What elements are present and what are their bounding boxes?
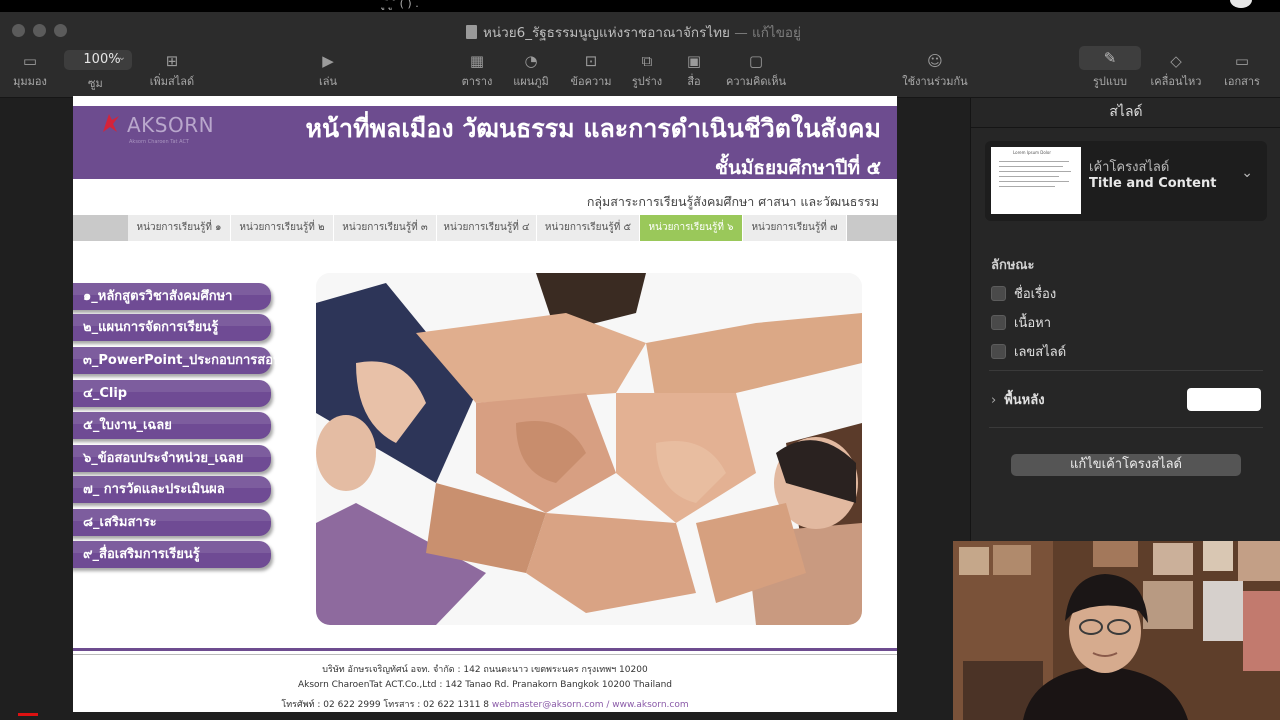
minimize-window-icon[interactable]: [33, 24, 46, 37]
text-box-icon: ⊡: [584, 52, 598, 70]
comment-button[interactable]: ▢ ความคิดเห็น: [720, 48, 792, 96]
table-button[interactable]: ▦ ตาราง: [454, 48, 500, 96]
comment-icon: ▢: [748, 52, 764, 70]
unit-tab-active[interactable]: หน่วยการเรียนรู้ที่ ๖: [640, 215, 743, 241]
chevron-right-icon[interactable]: ›: [991, 393, 996, 408]
menu-item-lesson-plan[interactable]: ๒_แผนการจัดการเรียนรู้: [73, 314, 271, 341]
system-bar-fragment: ู ิ ู ั ( ) .: [385, 0, 419, 10]
window-titlebar: หน่วย6_รัฐธรรมนูญแห่งราชอาณาจักรไทย — แก…: [0, 12, 1280, 50]
footer-rule: [73, 648, 897, 651]
chevron-down-icon: ⌄: [117, 52, 126, 63]
unit-tab[interactable]: หน่วยการเรียนรู้ที่ ๔: [437, 215, 537, 241]
divider: [989, 370, 1263, 371]
slide-layout-selector[interactable]: Lorem Ipsum Dolor เค้าโครงสไลด์ Title an…: [985, 141, 1267, 221]
menu-item-supplementary-media[interactable]: ๙_สื่อเสริมการเรียนรู้: [73, 541, 271, 568]
appearance-heading: ลักษณะ: [991, 258, 1035, 273]
background-color-well[interactable]: [1187, 388, 1261, 411]
menu-item-curriculum[interactable]: ๑_หลักสูตรวิชาสังคมศึกษา: [73, 283, 271, 310]
collaborate-button[interactable]: ☺ ใช้งานร่วมกัน: [896, 48, 974, 96]
media-button[interactable]: ▣ สื่อ: [676, 48, 712, 96]
slide-department: กลุ่มสาระการเรียนรู้สังคมศึกษา ศาสนา และ…: [586, 194, 879, 209]
checkbox-icon[interactable]: [991, 344, 1006, 359]
chart-icon: ◔: [524, 52, 538, 70]
checkbox-icon[interactable]: [991, 315, 1006, 330]
play-icon: ▶: [322, 52, 334, 70]
unit-tabs: หน่วยการเรียนรู้ที่ ๑ หน่วยการเรียนรู้ที…: [73, 215, 897, 241]
collaborate-icon: ☺: [927, 52, 943, 70]
unit-tab[interactable]: หน่วยการเรียนรู้ที่ ๓: [334, 215, 437, 241]
menu-item-enrichment[interactable]: ๘_เสริมสาระ: [73, 509, 271, 536]
inspector-tab-slide[interactable]: สไลด์: [971, 98, 1280, 128]
plus-icon: ⊞: [165, 52, 179, 70]
layout-name: Title and Content: [1089, 176, 1217, 191]
slide-subtitle: ชั้นมัธยมศึกษาปีที่ ๕: [715, 157, 881, 179]
progress-marker: [18, 713, 38, 716]
footer-contact: โทรศัพท์ : 02 622 2999 โทรสาร : 02 622 1…: [73, 697, 897, 711]
text-button[interactable]: ⊡ ข้อความ: [562, 48, 620, 96]
menu-item-worksheet[interactable]: ๕_ใบงาน_เฉลย: [73, 412, 271, 439]
menu-item-powerpoint[interactable]: ๓_PowerPoint_ประกอบการสอน: [73, 347, 282, 374]
close-window-icon[interactable]: [12, 24, 25, 37]
edited-status: — แก้ไขอยู่: [734, 25, 801, 41]
chart-button[interactable]: ◔ แผนภูมิ: [508, 48, 554, 96]
format-button[interactable]: ✎ รูปแบบ: [1078, 46, 1142, 96]
webcam-video: [953, 541, 1280, 720]
slide[interactable]: AKSORN Aksorn Charoen Tat ACT หน้าที่พลเ…: [73, 96, 897, 712]
edit-slide-layout-button[interactable]: แก้ไขเค้าโครงสไลด์: [1011, 454, 1241, 476]
document-icon: [466, 25, 477, 39]
joined-hands-illustration: [316, 273, 862, 625]
body-checkbox[interactable]: เนื้อหา: [991, 312, 1051, 333]
footer-address-th: บริษัท อักษรเจริญทัศน์ อจท. จำกัด : 142 …: [322, 665, 648, 675]
divider: [989, 427, 1263, 428]
slide-number-checkbox[interactable]: เลขสไลด์: [991, 341, 1066, 362]
unit-tab[interactable]: หน่วยการเรียนรู้ที่ ๕: [537, 215, 640, 241]
webcam-presenter-image: [953, 541, 1280, 720]
zoom-control[interactable]: 100% ⌄ ซูม: [0, 50, 140, 98]
footer-rule-thin: [73, 654, 897, 655]
shape-button[interactable]: ⧉ รูปร่าง: [624, 48, 670, 96]
menu-item-exam[interactable]: ๖_ข้อสอบประจำหน่วย_เฉลย: [73, 445, 271, 472]
paintbrush-icon: ✎: [1079, 46, 1141, 70]
checkbox-icon[interactable]: [991, 286, 1006, 301]
chevron-down-icon[interactable]: ⌄: [1241, 165, 1253, 181]
menu-item-assessment[interactable]: ๗_ การวัดและประเมินผล: [73, 476, 271, 503]
window-title: หน่วย6_รัฐธรรมนูญแห่งราชอาณาจักรไทย — แก…: [466, 21, 801, 43]
menu-item-clip[interactable]: ๔_Clip: [73, 380, 271, 407]
background-disclosure[interactable]: › พื้นหลัง: [991, 389, 1045, 410]
zoom-select[interactable]: 100% ⌄: [64, 50, 132, 70]
unit-tab[interactable]: หน่วยการเรียนรู้ที่ ๑: [128, 215, 231, 241]
shape-icon: ⧉: [641, 52, 653, 70]
table-icon: ▦: [469, 52, 485, 70]
layout-thumbnail: Lorem Ipsum Dolor: [991, 147, 1081, 214]
layout-label: เค้าโครงสไลด์: [1089, 160, 1170, 175]
footer-web[interactable]: webmaster@aksorn.com / www.aksorn.com: [492, 700, 689, 710]
footer-phone: โทรศัพท์ : 02 622 2999 โทรสาร : 02 622 1…: [281, 700, 490, 710]
photo-icon: ▣: [686, 52, 702, 70]
slide-title: หน้าที่พลเมือง วัฒนธรรม และการดำเนินชีวิ…: [305, 114, 881, 143]
title-checkbox[interactable]: ชื่อเรื่อง: [991, 283, 1056, 304]
joined-hands-photo: [316, 273, 862, 625]
diamond-icon: ◇: [1170, 52, 1182, 70]
maximize-window-icon[interactable]: [54, 24, 67, 37]
document-panel-icon: ▭: [1234, 52, 1250, 70]
unit-tab[interactable]: หน่วยการเรียนรู้ที่ ๗: [743, 215, 847, 241]
animate-button[interactable]: ◇ เคลื่อนไหว: [1144, 48, 1208, 96]
unit-tab[interactable]: หน่วยการเรียนรู้ที่ ๒: [231, 215, 334, 241]
document-button[interactable]: ▭ เอกสาร: [1214, 48, 1270, 96]
add-slide-button[interactable]: ⊞ เพิ่มสไลด์: [142, 48, 202, 96]
footer-address-en: Aksorn CharoenTat ACT.Co.,Ltd : 142 Tana…: [297, 680, 673, 690]
toolbar: ▭ มุมมอง 100% ⌄ ซูม ⊞ เพิ่มสไลด์ ▶ เล่น …: [0, 46, 1280, 98]
system-bar: ู ิ ู ั ( ) .: [0, 0, 1280, 12]
play-button[interactable]: ▶ เล่น: [306, 48, 350, 96]
aksorn-logo-icon: [103, 114, 119, 132]
system-indicator-icon: [1230, 0, 1252, 8]
